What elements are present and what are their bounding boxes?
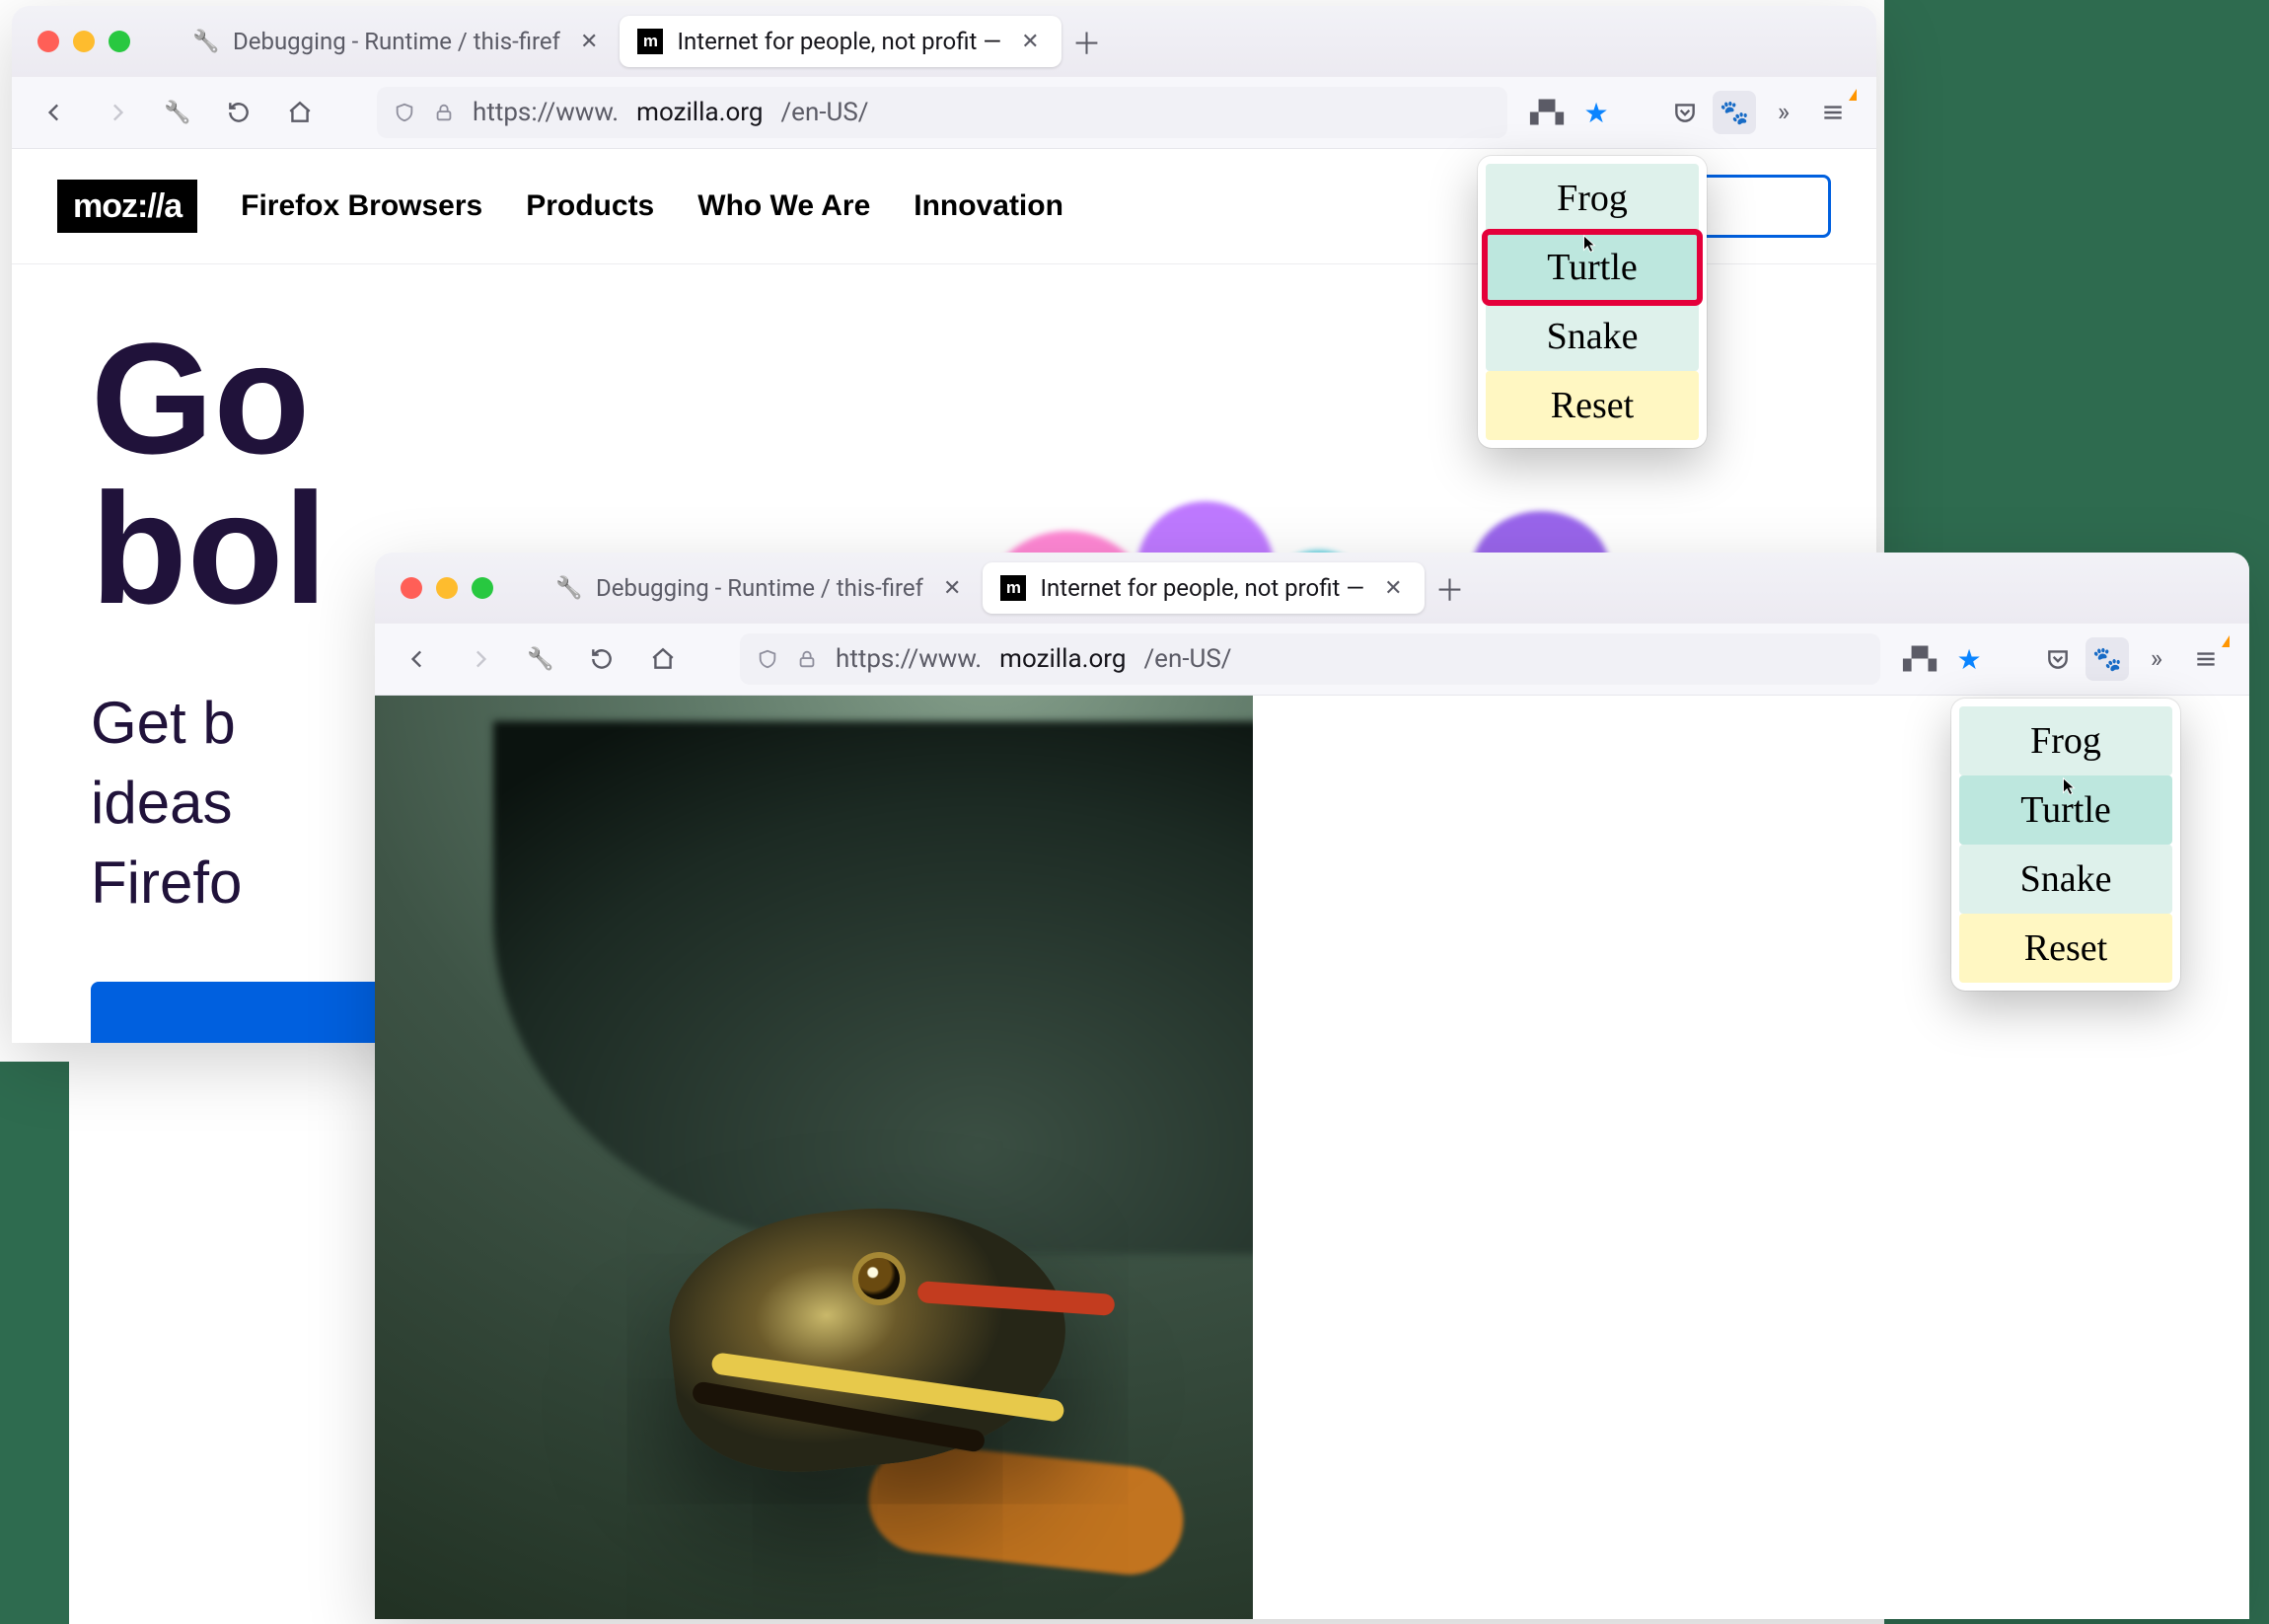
overflow-button[interactable]: »	[2135, 637, 2178, 681]
devtools-button[interactable]: 🔧	[519, 637, 562, 681]
window-controls	[401, 577, 493, 599]
close-window-button[interactable]	[37, 31, 59, 52]
reload-button[interactable]	[217, 91, 260, 134]
devtools-button[interactable]: 🔧	[156, 91, 199, 134]
close-window-button[interactable]	[401, 577, 422, 599]
forward-button[interactable]	[95, 91, 138, 134]
pocket-icon[interactable]	[1663, 91, 1707, 134]
home-button[interactable]	[278, 91, 322, 134]
tab-title: Debugging - Runtime / this-firef	[596, 574, 923, 602]
url-pre: https://www.	[836, 644, 982, 674]
url-host: mozilla.org	[999, 644, 1126, 674]
titlebar: 🔧 Debugging - Runtime / this-firef ✕ m I…	[12, 6, 1876, 77]
toolbar: 🔧 https://www.mozilla.org/en-US/ ▞▚ ★ 🐾 …	[375, 624, 2249, 696]
back-button[interactable]	[34, 91, 77, 134]
wrench-icon: 🔧	[556, 575, 582, 601]
lock-icon	[796, 648, 818, 670]
toolbar: 🔧 https://www.mozilla.org/en-US/ ▞▚ ★ 🐾 …	[12, 77, 1876, 149]
wrench-icon: 🔧	[164, 101, 190, 125]
browser-window-front: 🔧 Debugging - Runtime / this-firef ✕ m I…	[375, 553, 2249, 1618]
tab-title: Internet for people, not profit —	[1040, 574, 1364, 602]
maximize-window-button[interactable]	[472, 577, 493, 599]
wrench-icon: 🔧	[193, 29, 219, 54]
lock-icon	[433, 102, 455, 123]
url-host: mozilla.org	[636, 98, 763, 127]
extension-popup: Frog Turtle Snake Reset	[1951, 699, 2180, 991]
shield-icon	[757, 648, 778, 670]
bookmark-star-icon[interactable]: ★	[1947, 637, 1991, 681]
close-tab-icon[interactable]: ✕	[943, 576, 961, 601]
cursor-icon	[1578, 233, 1600, 255]
nav-innovation[interactable]: Innovation	[914, 191, 1063, 221]
close-tab-icon[interactable]: ✕	[1021, 30, 1039, 54]
new-tab-button[interactable]: ＋	[1425, 562, 1476, 614]
url-pre: https://www.	[473, 98, 619, 127]
home-button[interactable]	[641, 637, 685, 681]
url-post: /en-US/	[780, 98, 868, 127]
app-menu-button[interactable]	[1811, 91, 1855, 134]
mozilla-logo[interactable]: moz://a	[57, 180, 197, 233]
nav-who-we-are[interactable]: Who We Are	[697, 191, 870, 221]
mozilla-favicon: m	[1000, 575, 1026, 601]
url-bar[interactable]: https://www. mozilla.org/en-US/	[740, 633, 1880, 685]
url-bar[interactable]: https://www. mozilla.org/en-US/	[377, 87, 1507, 138]
url-post: /en-US/	[1143, 644, 1231, 674]
tab-debugging[interactable]: 🔧 Debugging - Runtime / this-firef ✕	[539, 562, 983, 614]
reload-button[interactable]	[580, 637, 623, 681]
tab-mozilla[interactable]: m Internet for people, not profit — ✕	[620, 16, 1061, 67]
back-button[interactable]	[397, 637, 440, 681]
qr-icon[interactable]: ▞▚	[1898, 637, 1941, 681]
new-tab-button[interactable]: ＋	[1061, 16, 1113, 67]
turtle-image	[375, 696, 1253, 1619]
popup-item-snake[interactable]: Snake	[1959, 845, 2172, 914]
minimize-window-button[interactable]	[73, 31, 95, 52]
tab-title: Debugging - Runtime / this-firef	[233, 28, 560, 55]
close-tab-icon[interactable]: ✕	[1384, 576, 1402, 601]
qr-icon[interactable]: ▞▚	[1525, 91, 1569, 134]
extension-paw-button[interactable]: 🐾	[1713, 91, 1756, 134]
mozilla-favicon: m	[637, 29, 663, 54]
tab-mozilla[interactable]: m Internet for people, not profit — ✕	[983, 562, 1424, 614]
popup-item-frog[interactable]: Frog	[1959, 706, 2172, 775]
extension-paw-button[interactable]: 🐾	[2086, 637, 2129, 681]
nav-products[interactable]: Products	[526, 191, 654, 221]
cursor-icon	[2058, 775, 2080, 797]
pocket-icon[interactable]	[2036, 637, 2080, 681]
popup-item-frog[interactable]: Frog	[1486, 164, 1699, 233]
forward-button[interactable]	[458, 637, 501, 681]
tab-debugging[interactable]: 🔧 Debugging - Runtime / this-firef ✕	[176, 16, 620, 67]
popup-item-reset[interactable]: Reset	[1959, 914, 2172, 983]
wrench-icon: 🔧	[527, 647, 553, 672]
tab-title: Internet for people, not profit —	[677, 28, 1001, 55]
overflow-button[interactable]: »	[1762, 91, 1805, 134]
titlebar: 🔧 Debugging - Runtime / this-firef ✕ m I…	[375, 553, 2249, 624]
app-menu-button[interactable]	[2184, 637, 2228, 681]
shield-icon	[394, 102, 415, 123]
close-tab-icon[interactable]: ✕	[580, 30, 598, 54]
nav-firefox-browsers[interactable]: Firefox Browsers	[241, 191, 482, 221]
extension-popup: Frog Turtle Snake Reset	[1478, 156, 1707, 448]
popup-item-reset[interactable]: Reset	[1486, 371, 1699, 440]
minimize-window-button[interactable]	[436, 577, 458, 599]
bookmark-star-icon[interactable]: ★	[1574, 91, 1618, 134]
window-controls	[37, 31, 130, 52]
popup-item-snake[interactable]: Snake	[1486, 302, 1699, 371]
maximize-window-button[interactable]	[109, 31, 130, 52]
